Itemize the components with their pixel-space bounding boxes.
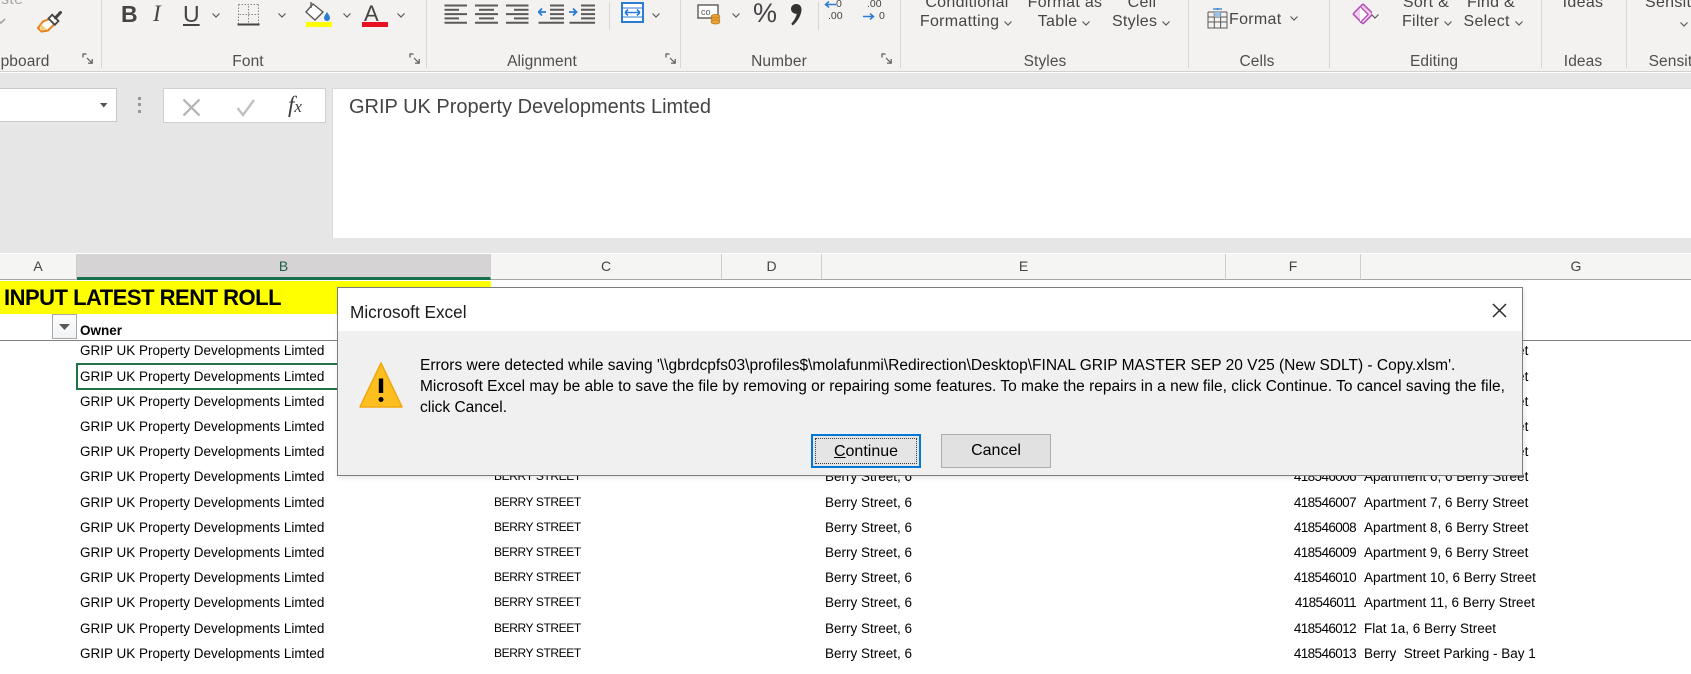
svg-text:co: co	[701, 7, 711, 17]
